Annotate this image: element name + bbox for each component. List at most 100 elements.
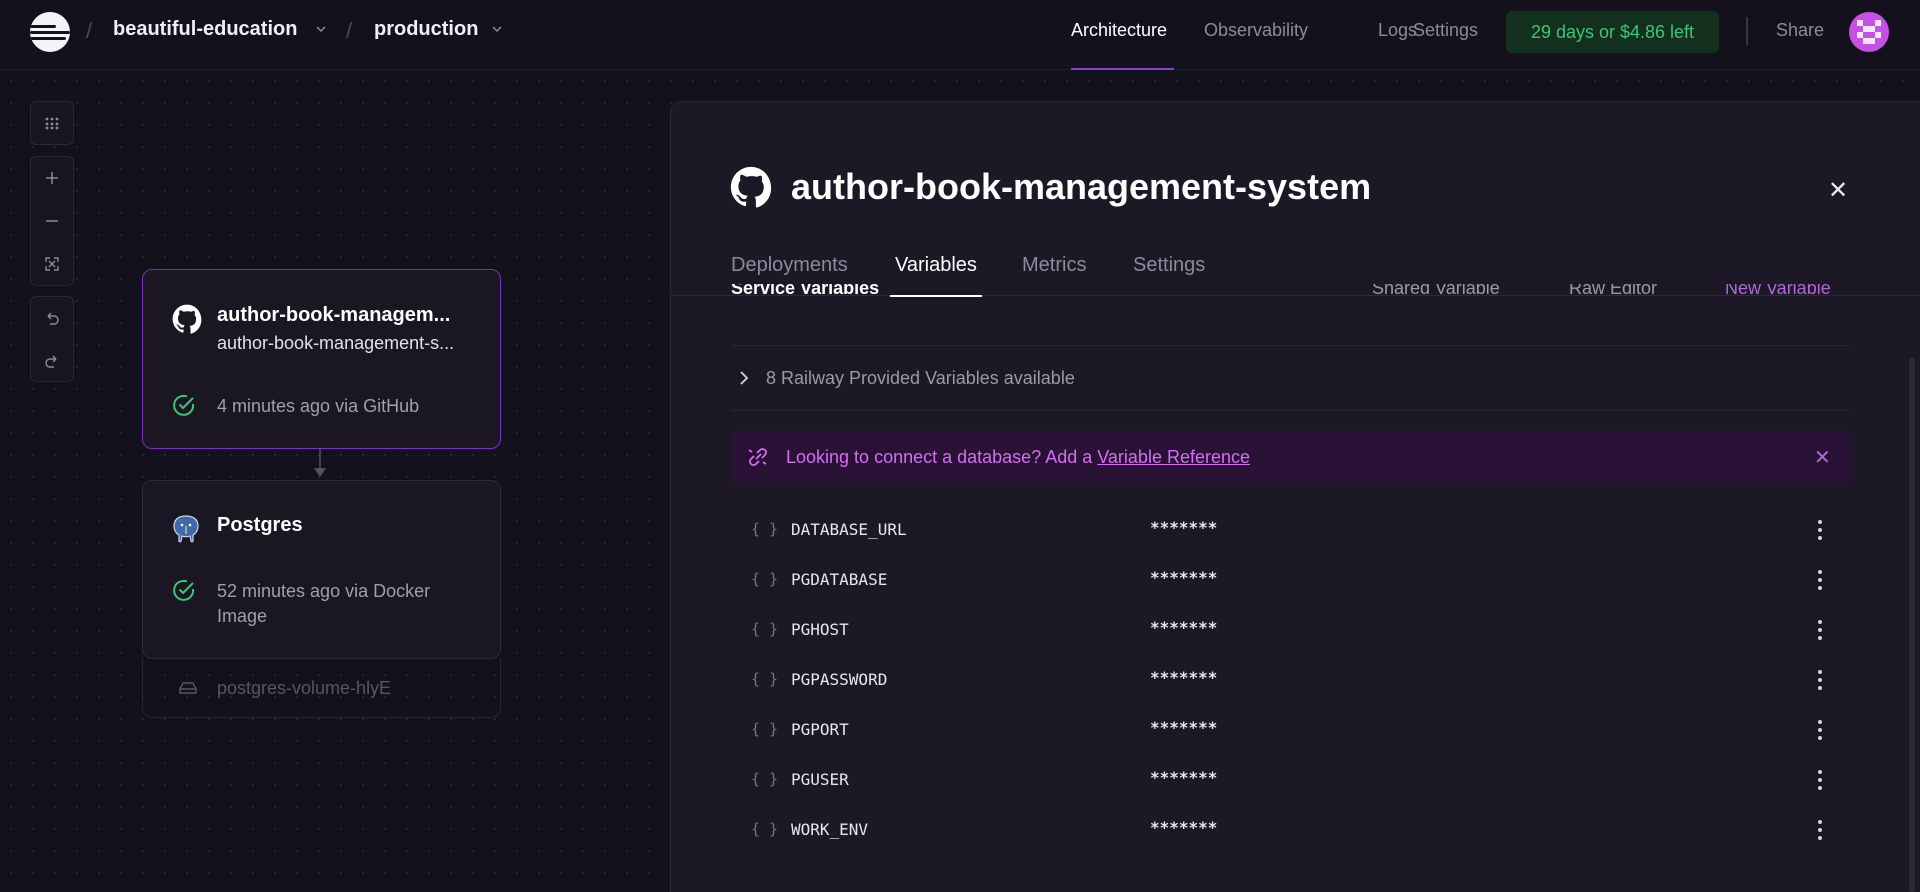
variables-toolbar-clipped: Service Variables Shared Variable Raw Ed… <box>731 284 1851 295</box>
share-button[interactable]: Share <box>1776 20 1824 41</box>
more-vertical-icon[interactable] <box>1812 567 1828 593</box>
check-circle-icon <box>173 394 195 416</box>
variable-value[interactable]: ******* <box>1150 618 1217 637</box>
more-vertical-icon[interactable] <box>1812 517 1828 543</box>
braces-icon: { } <box>751 620 779 638</box>
divider <box>731 345 1850 346</box>
toolbar-zoom-group <box>30 156 74 286</box>
variable-row[interactable]: { } PGPASSWORD ******* <box>731 656 1850 706</box>
variable-value[interactable]: ******* <box>1150 768 1217 787</box>
variable-name: WORK_ENV <box>791 820 869 839</box>
postgres-node-status: 52 minutes ago via Docker Image <box>217 581 431 626</box>
more-vertical-icon[interactable] <box>1812 717 1828 743</box>
nav-observability[interactable]: Observability <box>1204 20 1308 41</box>
service-variables-heading: Service Variables <box>731 284 880 295</box>
variable-value[interactable]: ******* <box>1150 518 1217 537</box>
variable-row[interactable]: { } PGPORT ******* <box>731 706 1850 756</box>
check-circle-icon <box>173 579 195 601</box>
link-icon <box>748 448 767 466</box>
braces-icon: { } <box>751 670 779 688</box>
chevron-right-icon[interactable] <box>737 370 751 386</box>
environment-name[interactable]: production <box>374 18 478 41</box>
active-nav-indicator <box>1071 68 1174 70</box>
grid-icon[interactable] <box>31 102 73 144</box>
avatar[interactable] <box>1849 12 1889 52</box>
fit-view-icon[interactable] <box>31 243 73 285</box>
braces-icon: { } <box>751 820 779 838</box>
toolbar-history-group <box>30 296 74 382</box>
variable-name: PGUSER <box>791 770 849 789</box>
tab-settings[interactable]: Settings <box>1133 254 1205 277</box>
project-name[interactable]: beautiful-education <box>113 18 297 41</box>
variable-value[interactable]: ******* <box>1150 818 1217 837</box>
variable-value[interactable]: ******* <box>1150 668 1217 687</box>
zoom-out-icon[interactable] <box>31 200 73 242</box>
chevron-down-icon[interactable] <box>316 24 326 34</box>
close-icon[interactable]: ✕ <box>1828 176 1848 205</box>
divider <box>731 410 1850 411</box>
raw-editor-button[interactable]: Raw Editor <box>1569 284 1657 295</box>
variable-row[interactable]: { } PGHOST ******* <box>731 606 1850 656</box>
tab-metrics[interactable]: Metrics <box>1022 254 1086 277</box>
github-icon <box>172 304 202 334</box>
undo-icon[interactable] <box>31 297 73 339</box>
breadcrumb-separator: / <box>86 18 93 43</box>
nav-settings[interactable]: Settings <box>1413 20 1478 41</box>
zoom-in-icon[interactable] <box>31 157 73 199</box>
top-bar: / beautiful-education / production Archi… <box>0 0 1920 70</box>
tab-variables[interactable]: Variables <box>895 254 977 277</box>
tabs-divider <box>671 295 1920 296</box>
railway-logo[interactable] <box>30 12 70 52</box>
banner-message: Looking to connect a database? Add a <box>786 447 1098 467</box>
chevron-down-icon[interactable] <box>492 24 502 34</box>
postgres-node[interactable] <box>142 480 501 659</box>
more-vertical-icon[interactable] <box>1812 617 1828 643</box>
more-vertical-icon[interactable] <box>1812 817 1828 843</box>
variable-row[interactable]: { } WORK_ENV ******* <box>731 806 1850 856</box>
connector-arrow <box>314 449 326 477</box>
service-node-status: 4 minutes ago via GitHub <box>217 396 420 416</box>
braces-icon: { } <box>751 770 779 788</box>
variable-row[interactable]: { } PGUSER ******* <box>731 756 1850 806</box>
postgres-node-title: Postgres <box>217 514 303 536</box>
variable-value[interactable]: ******* <box>1150 568 1217 587</box>
variable-name: DATABASE_URL <box>791 520 907 539</box>
variable-value[interactable]: ******* <box>1150 718 1217 737</box>
trial-text: 29 days or $4.86 left <box>1530 21 1695 42</box>
tab-deployments[interactable]: Deployments <box>731 254 848 277</box>
variable-row[interactable]: { } PGDATABASE ******* <box>731 556 1850 606</box>
divider <box>1746 17 1748 45</box>
variable-name: PGPORT <box>791 720 849 739</box>
scrollbar[interactable] <box>1909 357 1915 892</box>
braces-icon: { } <box>751 720 779 738</box>
avatar-pattern-icon <box>1857 20 1881 44</box>
braces-icon: { } <box>751 570 779 588</box>
redo-icon[interactable] <box>31 340 73 382</box>
more-vertical-icon[interactable] <box>1812 667 1828 693</box>
new-variable-button[interactable]: New Variable <box>1725 284 1831 295</box>
active-tab-indicator <box>890 295 982 297</box>
close-icon[interactable]: ✕ <box>1814 445 1831 470</box>
nav-architecture[interactable]: Architecture <box>1071 20 1167 41</box>
breadcrumb-separator: / <box>346 18 353 43</box>
service-node[interactable] <box>142 269 501 449</box>
variable-name: PGHOST <box>791 620 849 639</box>
trial-badge[interactable]: 29 days or $4.86 left <box>1506 11 1719 53</box>
variable-reference-link[interactable]: Variable Reference <box>1097 447 1250 467</box>
postgres-elephant-icon <box>173 515 199 543</box>
volume-label: postgres-volume-hlyE <box>217 678 392 698</box>
railway-provided-variables-toggle[interactable]: 8 Railway Provided Variables available <box>766 368 1075 389</box>
github-icon <box>730 166 772 208</box>
hard-drive-icon <box>179 682 197 694</box>
service-node-title: author-book-managem... <box>217 304 451 326</box>
braces-icon: { } <box>751 520 779 538</box>
nav-logs[interactable]: Logs <box>1378 20 1417 41</box>
more-vertical-icon[interactable] <box>1812 767 1828 793</box>
panel-title: author-book-management-system <box>791 166 1372 207</box>
banner-text: Looking to connect a database? Add a Var… <box>786 447 1250 468</box>
toolbar-grid-group <box>30 101 74 145</box>
variable-name: PGDATABASE <box>791 570 888 589</box>
variable-name: PGPASSWORD <box>791 670 888 689</box>
shared-variable-button[interactable]: Shared Variable <box>1372 284 1500 295</box>
variable-row[interactable]: { } DATABASE_URL ******* <box>731 506 1850 556</box>
